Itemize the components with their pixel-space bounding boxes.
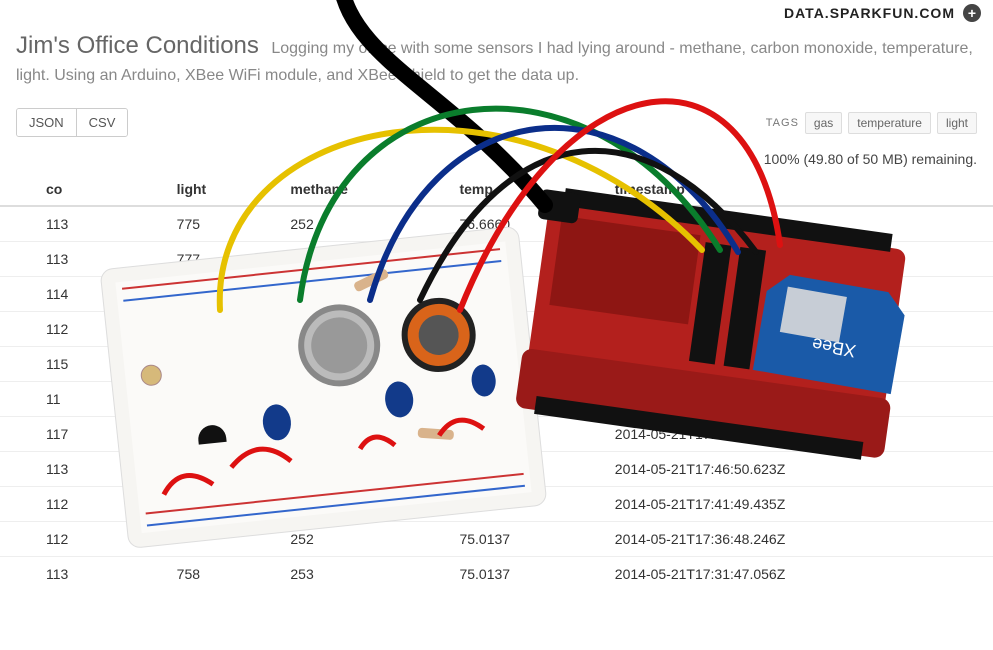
cell-temp xyxy=(445,452,600,487)
cell-co: 113 xyxy=(0,206,163,242)
cell-light: 777 xyxy=(163,242,277,277)
cell-timestamp: 2 001Z xyxy=(601,382,993,417)
tags-area: TAGS gas temperature light xyxy=(766,112,977,134)
cell-light xyxy=(163,417,277,452)
col-timestamp: timestamp xyxy=(601,173,993,206)
table-row: 11575 xyxy=(0,347,993,382)
page-header: Jim's Office Conditions Logging my offic… xyxy=(0,24,993,96)
table-row: 112 25275.01372014-05-21T17:36:48.246Z xyxy=(0,522,993,557)
cell-temp: 75.0137 xyxy=(445,557,600,592)
tags-label: TAGS xyxy=(766,117,799,129)
cell-timestamp: 2014-05-21T17:46:50.623Z xyxy=(601,452,993,487)
controls-row: JSON CSV TAGS gas temperature light xyxy=(0,96,993,141)
cell-co: 117 xyxy=(0,417,163,452)
col-temp: temp xyxy=(445,173,600,206)
cell-methane: 252 xyxy=(276,206,445,242)
table-row: 11375825375.01372014-05-21T17:31:47.056Z xyxy=(0,557,993,592)
cell-light xyxy=(163,522,277,557)
cell-co: 113 xyxy=(0,557,163,592)
cell-methane xyxy=(276,347,445,382)
cell-methane: 253 xyxy=(276,242,445,277)
cell-co: 112 xyxy=(0,312,163,347)
table-row: 113777253 .8398 xyxy=(0,242,993,277)
cell-light xyxy=(163,487,277,522)
cell-light: 775 xyxy=(163,206,277,242)
cell-co: 11 xyxy=(0,382,163,417)
cell-methane xyxy=(276,417,445,452)
cell-timestamp xyxy=(601,312,993,347)
cell-timestamp xyxy=(601,277,993,312)
cell-temp: .8398 xyxy=(445,242,600,277)
col-methane: methane xyxy=(276,173,445,206)
brand-link[interactable]: DATA.SPARKFUN.COM xyxy=(784,5,955,21)
storage-remaining: 100% (49.80 of 50 MB) remaining. xyxy=(0,141,993,173)
tag-gas[interactable]: gas xyxy=(805,112,842,134)
cell-timestamp xyxy=(601,242,993,277)
cell-methane: 252 xyxy=(276,522,445,557)
table-row: 112 75.01372014-05-21T17:41:49.435Z xyxy=(0,487,993,522)
table-row: 11277425 xyxy=(0,312,993,347)
cell-temp: 75.0137 xyxy=(445,487,600,522)
cell-co: 114 xyxy=(0,277,163,312)
cell-temp: 75.0137 xyxy=(445,522,600,557)
cell-co: 112 xyxy=(0,487,163,522)
cell-timestamp: 2014-05-21T17:36:48.246Z xyxy=(601,522,993,557)
json-button[interactable]: JSON xyxy=(17,109,76,136)
table-row: 117 2014-05-21T17:51:51.812Z xyxy=(0,417,993,452)
table-header-row: co light methane temp timestamp xyxy=(0,173,993,206)
col-light: light xyxy=(163,173,277,206)
cell-timestamp: 2014-05-21T17:51:51.812Z xyxy=(601,417,993,452)
page-title: Jim's Office Conditions xyxy=(16,32,259,59)
cell-methane xyxy=(276,452,445,487)
cell-timestamp: 2014-05-21T17:41:49.435Z xyxy=(601,487,993,522)
cell-temp xyxy=(445,312,600,347)
cell-methane xyxy=(276,382,445,417)
cell-methane: 251 xyxy=(276,277,445,312)
export-button-group: JSON CSV xyxy=(16,108,128,137)
table-row: 113 2014-05-21T17:46:50.623Z xyxy=(0,452,993,487)
cell-methane: 25 xyxy=(276,312,445,347)
cell-co: 115 xyxy=(0,347,163,382)
cell-light xyxy=(163,452,277,487)
cell-timestamp: 2014-05-21T17:31:47.056Z xyxy=(601,557,993,592)
data-table: co light methane temp timestamp 11377525… xyxy=(0,173,993,591)
cell-temp xyxy=(445,277,600,312)
col-co: co xyxy=(0,173,163,206)
cell-temp xyxy=(445,382,600,417)
cell-timestamp xyxy=(601,206,993,242)
cell-light: 774 xyxy=(163,312,277,347)
cell-temp: 76.6660 xyxy=(445,206,600,242)
cell-temp xyxy=(445,417,600,452)
cell-co: 112 xyxy=(0,522,163,557)
cell-light: 770 xyxy=(163,277,277,312)
top-bar: DATA.SPARKFUN.COM + xyxy=(0,0,993,24)
cell-co: 113 xyxy=(0,452,163,487)
table-row: 114770251 xyxy=(0,277,993,312)
tag-temperature[interactable]: temperature xyxy=(848,112,931,134)
cell-light xyxy=(163,382,277,417)
table-row: 11 2 001Z xyxy=(0,382,993,417)
tag-light[interactable]: light xyxy=(937,112,977,134)
cell-methane xyxy=(276,487,445,522)
plus-icon[interactable]: + xyxy=(963,4,981,22)
cell-temp xyxy=(445,347,600,382)
cell-light: 758 xyxy=(163,557,277,592)
cell-methane: 253 xyxy=(276,557,445,592)
cell-light: 75 xyxy=(163,347,277,382)
table-row: 11377525276.6660 xyxy=(0,206,993,242)
cell-timestamp xyxy=(601,347,993,382)
csv-button[interactable]: CSV xyxy=(76,109,128,136)
cell-co: 113 xyxy=(0,242,163,277)
